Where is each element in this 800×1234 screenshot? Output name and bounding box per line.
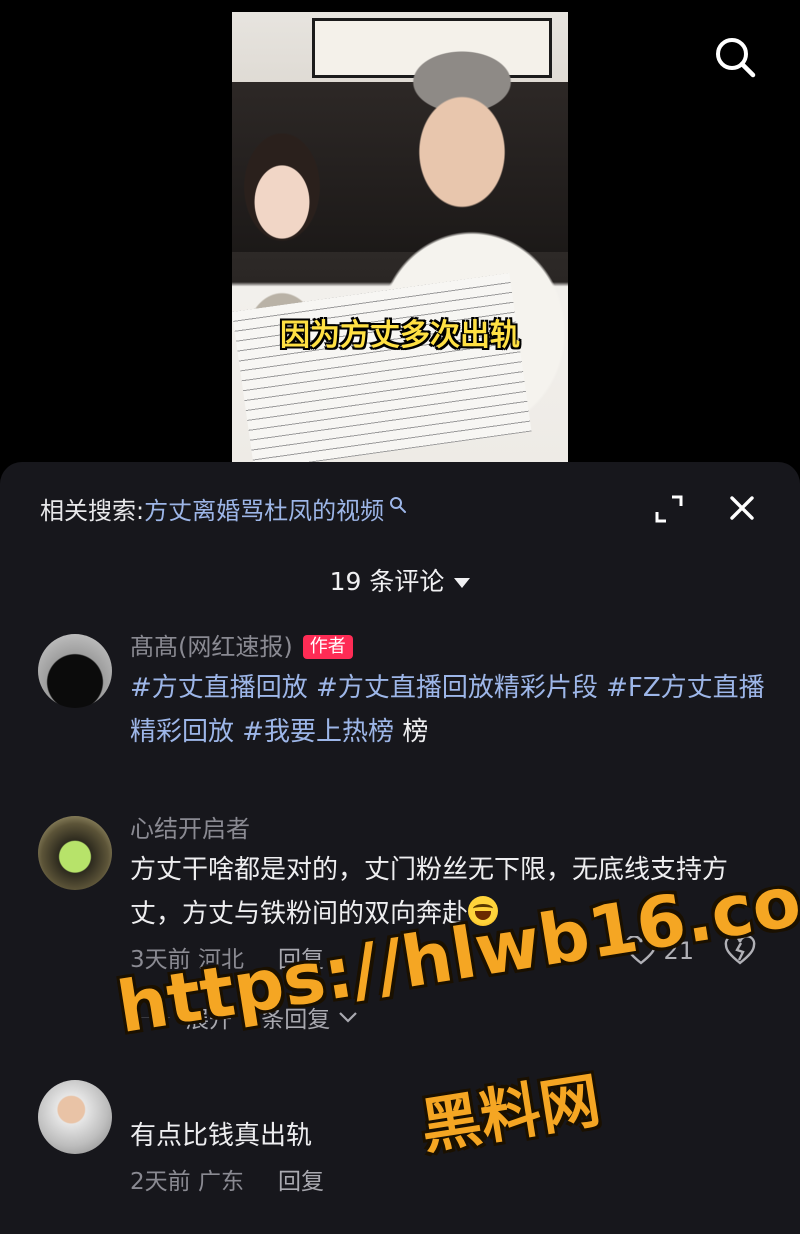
- avatar[interactable]: [38, 1080, 112, 1154]
- search-icon[interactable]: [712, 34, 758, 80]
- divider: [130, 1016, 170, 1018]
- dislike-icon[interactable]: [724, 936, 756, 966]
- video-subtitle: 因为方丈多次出轨: [280, 318, 520, 353]
- comment-count-label: 19 条评论: [329, 567, 445, 596]
- reply-button[interactable]: 回复: [278, 1162, 324, 1202]
- comment-time: 3天前: [130, 947, 191, 973]
- related-search-query[interactable]: 方丈离婚骂杜凤的视频: [144, 491, 384, 526]
- search-icon: [390, 497, 407, 513]
- laugh-emoji-icon: [468, 896, 499, 926]
- avatar[interactable]: [38, 634, 112, 708]
- comment-text: #方丈直播回放 #方丈直播回放精彩片段 #FZ方丈直播精彩回放 #我要上热榜 榜: [130, 666, 770, 754]
- comment-text: 方丈干啥都是对的，丈门粉丝无下限，无底线支持方丈，方丈与铁粉间的双向奔赴: [130, 855, 729, 929]
- related-search[interactable]: 相关搜索: 方丈离婚骂杜凤的视频: [40, 491, 408, 526]
- comment-author-name[interactable]: 髙髙(网红速报): [130, 630, 293, 664]
- expand-replies-label: 展开 7 条回复: [186, 1007, 331, 1033]
- comment-count[interactable]: 19 条评论: [0, 562, 800, 598]
- avatar[interactable]: [38, 816, 112, 890]
- like-count: 21: [663, 937, 694, 965]
- heart-icon[interactable]: [625, 936, 657, 966]
- video-player[interactable]: 因为方丈多次出轨: [0, 0, 800, 470]
- close-icon[interactable]: [728, 494, 756, 522]
- chevron-down-icon: [339, 1012, 358, 1023]
- comment-text-tail: 榜: [394, 717, 429, 747]
- comment-location: 广东: [197, 1169, 244, 1195]
- like-area: 21: [625, 936, 756, 966]
- comment-author-name[interactable]: 心结开启者: [130, 812, 250, 846]
- comment-text: 有点比钱真出轨: [130, 1121, 313, 1151]
- comment-time: 2天前: [130, 1169, 191, 1195]
- comment-sheet: 相关搜索: 方丈离婚骂杜凤的视频 19 条评论 髙髙(网红速报) 作者 #方丈直…: [0, 462, 800, 1234]
- related-search-label: 相关搜索:: [40, 496, 145, 525]
- fullscreen-icon[interactable]: [654, 494, 684, 524]
- author-badge: 作者: [302, 635, 353, 659]
- comment-hashtags[interactable]: #方丈直播回放 #方丈直播回放精彩片段 #FZ方丈直播精彩回放 #我要上热榜: [130, 673, 765, 747]
- video-frame[interactable]: 因为方丈多次出轨: [232, 12, 568, 462]
- chevron-down-icon: [454, 578, 471, 588]
- comment-location: 河北: [197, 947, 244, 973]
- reply-button[interactable]: 回复: [278, 940, 324, 980]
- expand-replies-button[interactable]: 展开 7 条回复: [130, 1000, 358, 1034]
